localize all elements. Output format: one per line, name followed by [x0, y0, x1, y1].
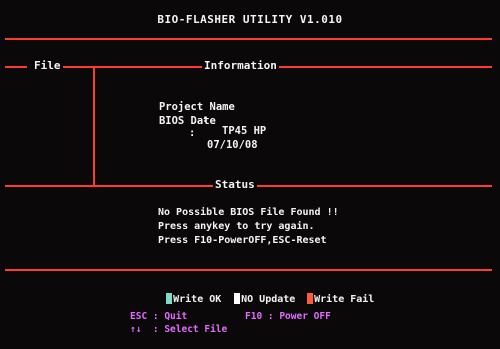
file-list-panel[interactable]	[7, 70, 91, 183]
esc-quit-hint: ESC : Quit	[130, 311, 188, 322]
app-title: BIO-FLASHER UTILITY V1.010	[157, 13, 343, 26]
bios-flasher-screen: BIO-FLASHER UTILITY V1.010 File Informat…	[0, 0, 500, 349]
status-section-label: Status	[213, 178, 257, 191]
top-divider	[5, 38, 492, 40]
project-name-value: TP45 HP	[222, 125, 267, 137]
information-section-label: Information	[202, 59, 279, 72]
file-panel-top-right	[62, 66, 95, 68]
no-update-swatch	[234, 293, 241, 304]
bios-date-separator: :	[189, 127, 196, 139]
status-message-line2: Press anykey to try again.	[158, 221, 315, 232]
write-fail-label: Write Fail	[314, 294, 375, 305]
file-panel-divider	[95, 66, 492, 68]
select-file-hint: ↑↓ : Select File	[130, 324, 228, 335]
write-ok-swatch	[166, 293, 173, 304]
file-panel-separator	[93, 66, 95, 186]
status-message-line1: No Possible BIOS File Found !!	[158, 207, 339, 218]
bios-date-value: 07/10/08	[207, 139, 258, 151]
f10-power-off-hint: F10 : Power OFF	[245, 311, 331, 322]
status-message-line3: Press F10-PowerOFF,ESC-Reset	[158, 235, 327, 246]
bottom-divider	[5, 269, 492, 271]
bios-date-row: BIOS Date : 07/10/08	[121, 103, 258, 163]
bios-date-label: BIOS Date	[158, 115, 216, 127]
write-fail-swatch	[307, 293, 314, 304]
file-panel-top	[5, 66, 27, 68]
